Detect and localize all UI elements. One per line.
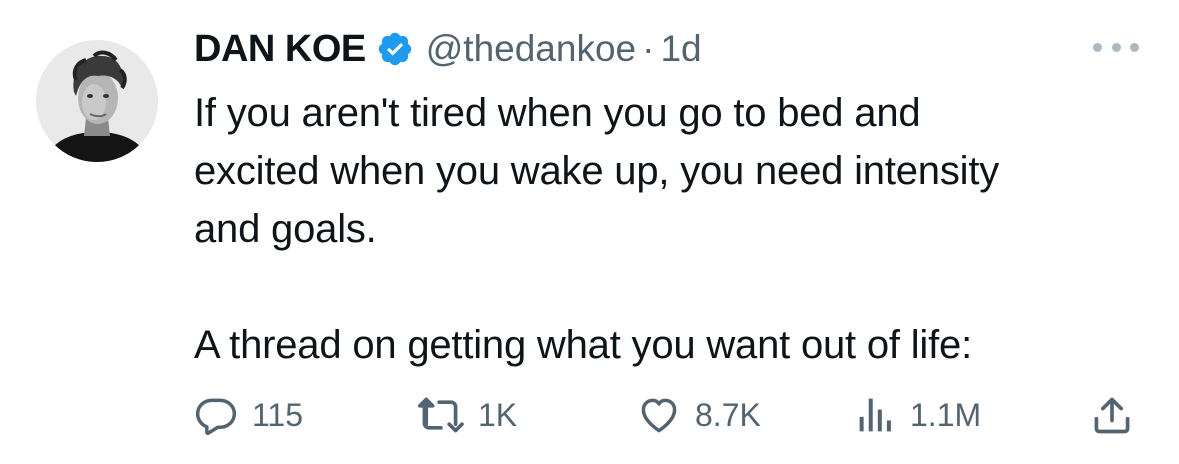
- heart-icon: [637, 393, 681, 437]
- tweet-header: DAN KOE @thedankoe · 1d: [194, 22, 702, 76]
- more-dots-icon[interactable]: [1093, 40, 1139, 54]
- separator-dot: ·: [642, 28, 655, 69]
- like-count: 8.7K: [695, 396, 761, 433]
- views-count: 1.1M: [910, 396, 982, 433]
- tweet-timestamp[interactable]: 1d: [660, 28, 701, 70]
- reply-icon: [194, 393, 238, 437]
- retweet-count: 1K: [478, 396, 518, 433]
- share-icon: [1090, 393, 1134, 437]
- like-button[interactable]: 8.7K: [637, 390, 761, 440]
- tweet-card[interactable]: DAN KOE @thedankoe · 1d If you aren't ti…: [0, 0, 1179, 464]
- views-chart-icon: [856, 393, 896, 437]
- tweet-actions: 115 1K 8.7K 1.1M: [194, 390, 1144, 440]
- author-name[interactable]: DAN KOE: [194, 28, 366, 71]
- views-button[interactable]: 1.1M: [856, 390, 981, 440]
- retweet-button[interactable]: 1K: [416, 390, 517, 440]
- author-handle[interactable]: @thedankoe: [426, 28, 636, 70]
- reply-button[interactable]: 115: [194, 390, 303, 440]
- reply-count: 115: [252, 396, 304, 433]
- avatar[interactable]: [36, 40, 158, 162]
- retweet-icon: [416, 393, 464, 437]
- verified-badge-icon: [376, 30, 414, 68]
- share-button[interactable]: [1090, 390, 1134, 440]
- tweet-text: If you aren't tired when you go to bed a…: [194, 91, 1000, 367]
